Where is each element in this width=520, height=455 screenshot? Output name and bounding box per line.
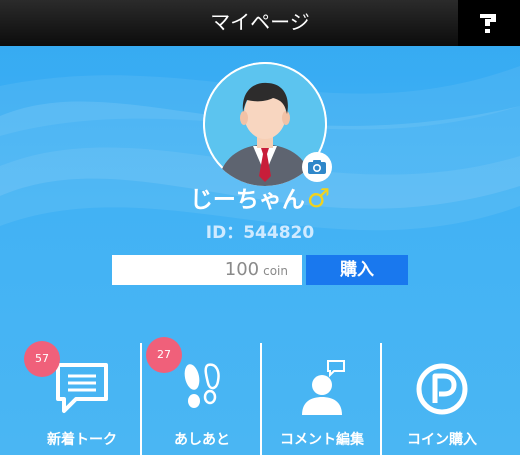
coin-balance: 100 coin [112, 255, 302, 285]
menu-item-footprints-label: あしあと [174, 432, 230, 448]
change-photo-button[interactable] [302, 152, 332, 182]
buy-coins-button[interactable]: 購入 [306, 255, 408, 285]
coin-p-icon [382, 359, 502, 419]
male-gender-icon: ♂ [306, 184, 331, 214]
coin-balance-value: 100 [224, 259, 260, 280]
person-comment-icon [262, 359, 382, 419]
new-talk-count-badge: 57 [24, 341, 60, 377]
user-name: じーちゃん♂ [0, 184, 520, 215]
user-name-text: じーちゃん [189, 187, 305, 213]
header-bar: マイページ [0, 0, 520, 46]
help-question-icon [480, 14, 496, 33]
menu-item-edit-comment[interactable]: コメント編集 [262, 337, 382, 455]
menu-item-edit-comment-label: コメント編集 [280, 432, 364, 448]
menu-bar: 新着トーク 57 あしあと 27 コメント編集 コイン購入 [0, 337, 520, 455]
help-button[interactable] [458, 0, 520, 46]
camera-icon [308, 160, 326, 174]
footprints-count-badge: 27 [146, 337, 182, 373]
menu-item-new-talk-label: 新着トーク [47, 432, 117, 448]
page-title: マイページ [210, 10, 310, 34]
menu-item-buy-coins[interactable]: コイン購入 [382, 337, 502, 455]
user-id: ID：544820 [205, 223, 315, 243]
profile-avatar[interactable] [203, 62, 332, 186]
menu-item-buy-coins-label: コイン購入 [407, 432, 477, 448]
coin-unit: coin [263, 264, 288, 278]
